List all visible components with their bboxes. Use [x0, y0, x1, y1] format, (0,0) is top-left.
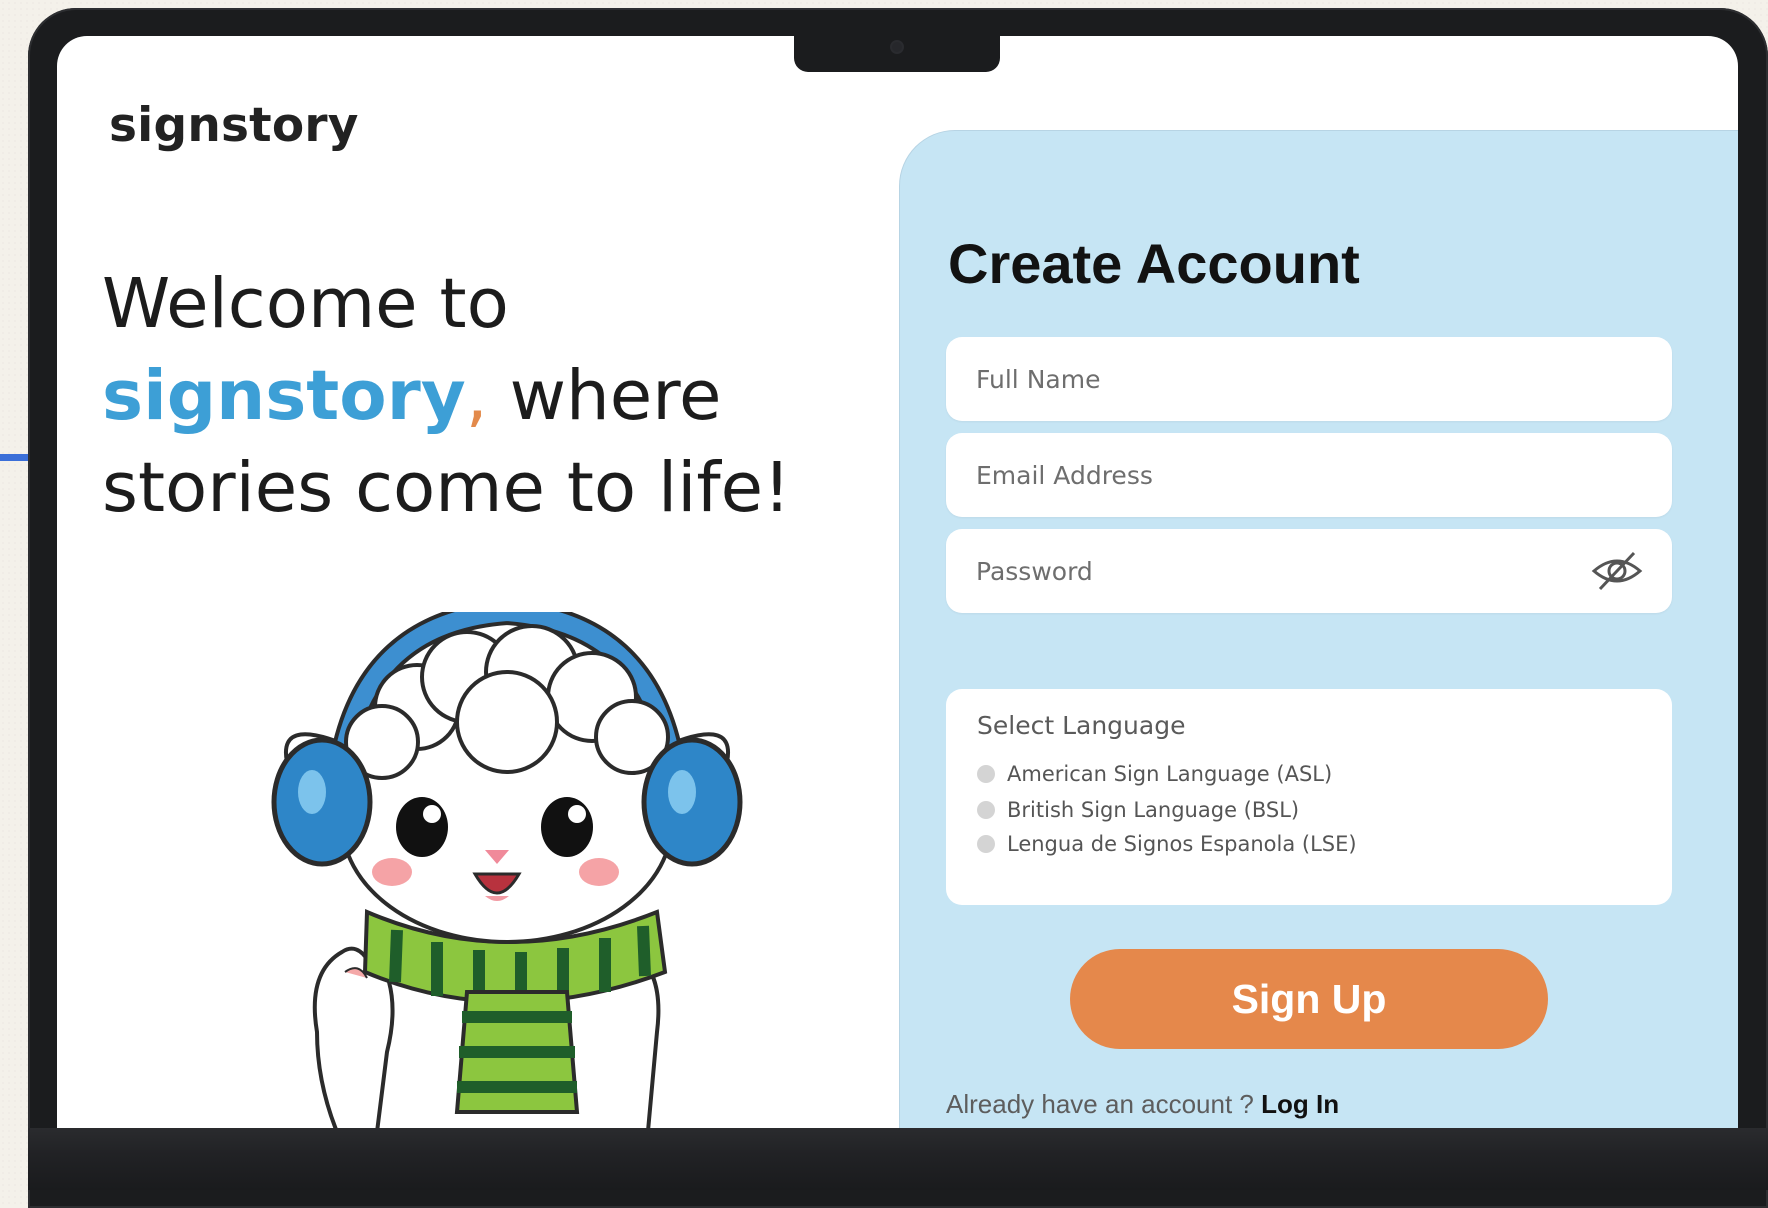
form-title: Create Account	[948, 232, 1360, 295]
laptop-notch	[794, 28, 1000, 72]
language-option-bsl[interactable]: British Sign Language (BSL)	[977, 798, 1299, 822]
password-input[interactable]	[946, 529, 1672, 613]
language-option-asl[interactable]: American Sign Language (ASL)	[977, 762, 1332, 786]
language-option-lse[interactable]: Lengua de Signos Espanola (LSE)	[977, 832, 1357, 856]
sign-up-button[interactable]: Sign Up	[1070, 949, 1548, 1049]
radio-button[interactable]	[977, 835, 995, 853]
welcome-brand-highlight: signstory	[102, 356, 466, 436]
camera-icon	[892, 42, 902, 52]
welcome-comma: ,	[465, 356, 488, 436]
laptop-bottom-bezel	[28, 1128, 1768, 1190]
language-option-label: Lengua de Signos Espanola (LSE)	[1007, 832, 1357, 856]
language-option-label: British Sign Language (BSL)	[1007, 798, 1300, 822]
log-in-link[interactable]: Log In	[1261, 1089, 1339, 1119]
language-option-label: American Sign Language (ASL)	[1007, 762, 1333, 786]
welcome-line1: Welcome to	[102, 264, 509, 344]
eye-slash-icon[interactable]	[1590, 549, 1644, 593]
full-name-input[interactable]	[946, 337, 1672, 421]
welcome-line2-rest: where	[487, 356, 722, 436]
login-prompt-text: Already have an account ?	[946, 1089, 1254, 1119]
brand-logo-text: signstory	[109, 98, 359, 153]
radio-button[interactable]	[977, 801, 995, 819]
sheep-mascot-illustration	[271, 612, 743, 1128]
signup-panel: Create Account Select Language American …	[899, 130, 1738, 1128]
email-input[interactable]	[946, 433, 1672, 517]
full-name-field-wrapper	[946, 337, 1672, 421]
language-select-box: Select Language American Sign Language (…	[946, 689, 1672, 905]
language-select-label: Select Language	[977, 711, 1186, 740]
email-field-wrapper	[946, 433, 1672, 517]
laptop-hinge	[28, 1150, 1768, 1190]
radio-button[interactable]	[977, 765, 995, 783]
welcome-heading: Welcome to signstory, where stories come…	[102, 258, 822, 534]
password-field-wrapper	[946, 529, 1672, 613]
login-prompt-row: Already have an account ? Log In	[946, 1089, 1339, 1120]
welcome-line3: stories come to life!	[102, 448, 791, 528]
app-screen: signstory Welcome to signstory, where st…	[57, 36, 1738, 1128]
